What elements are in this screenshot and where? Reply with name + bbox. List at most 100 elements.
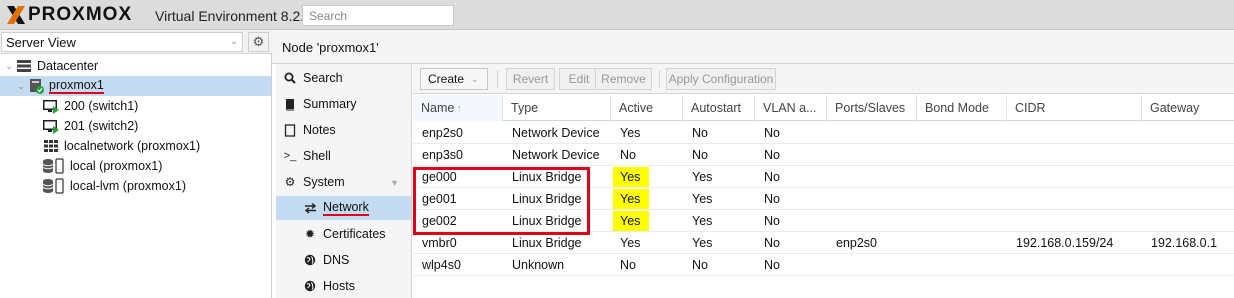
proxmox-logo[interactable]: PROXMOX (6, 4, 132, 26)
collapse-icon[interactable]: ⌄ (3, 61, 15, 72)
nav-item-network[interactable]: Network (276, 196, 411, 220)
resource-tree-panel: Server View ⌄ ⚙ ⌄ Datacenter ⌄ proxmox1 … (0, 30, 272, 298)
cell-ports-slaves (827, 254, 836, 276)
nav-item-summary[interactable]: Summary (276, 92, 411, 116)
cell-active: Yes (620, 214, 641, 228)
apply-configuration-button[interactable]: Apply Configuration (666, 68, 776, 90)
cell-cidr (1007, 144, 1016, 166)
tree-item-datacenter[interactable]: ⌄ Datacenter (0, 56, 271, 76)
tree-item-proxmox1[interactable]: ⌄ proxmox1 (0, 76, 271, 96)
cell-bond-mode (917, 122, 926, 144)
vm-running-icon (42, 98, 60, 114)
network-icon (303, 201, 317, 215)
column-header-name[interactable]: Name ↑ (413, 95, 503, 121)
column-label: Autostart (691, 101, 742, 115)
cell-autostart: No (692, 258, 708, 272)
column-label: Ports/Slaves (835, 101, 906, 115)
cell-autostart: No (692, 148, 708, 162)
nav-item-hosts[interactable]: Hosts (276, 274, 411, 298)
tree-item-label: local (proxmox1) (70, 159, 163, 173)
terminal-icon: >_ (283, 150, 297, 162)
tree-item-vm-200[interactable]: 200 (switch1) (0, 96, 271, 116)
cell-type: Network Device (512, 126, 600, 140)
cell-active: Yes (620, 126, 641, 140)
tree-item-label: proxmox1 (49, 78, 104, 94)
table-row[interactable]: enp2s0 Network Device Yes No No (413, 122, 1234, 144)
page-title: Node 'proxmox1' (282, 40, 379, 55)
cell-type: Unknown (512, 258, 565, 272)
nav-item-dns[interactable]: DNS (276, 248, 411, 272)
cell-autostart: No (692, 126, 708, 140)
tree-item-local-lvm-storage[interactable]: local-lvm (proxmox1) (0, 176, 271, 196)
create-button[interactable]: Create ⌄ (420, 68, 488, 90)
cell-ports-slaves (827, 188, 836, 210)
cell-vlan-aware: No (764, 214, 780, 228)
datacenter-icon (15, 58, 33, 74)
network-grid-header: Name ↑ Type Active Autostart VLAN a... Po… (413, 95, 1234, 121)
cell-vlan-aware: No (764, 258, 780, 272)
gear-icon: ⚙ (252, 34, 265, 49)
global-search-input[interactable] (302, 5, 454, 26)
collapse-icon[interactable]: ⌄ (15, 81, 27, 92)
globe-icon (303, 279, 317, 293)
tree-item-localnetwork[interactable]: localnetwork (proxmox1) (0, 136, 271, 156)
nav-item-shell[interactable]: >_ Shell (276, 144, 411, 168)
cell-ports-slaves (827, 166, 836, 188)
remove-button[interactable]: Remove (595, 68, 652, 90)
nav-item-label: Search (303, 71, 343, 85)
column-header-gateway[interactable]: Gateway (1142, 95, 1234, 121)
tree-item-local-storage[interactable]: local (proxmox1) (0, 156, 271, 176)
nav-item-notes[interactable]: Notes (276, 118, 411, 142)
globe-icon (303, 253, 317, 267)
cell-ports-slaves (827, 210, 836, 232)
tree-settings-button[interactable]: ⚙ (248, 32, 269, 52)
nav-item-label: Shell (303, 149, 331, 163)
column-header-ports-slaves[interactable]: Ports/Slaves (827, 95, 917, 121)
product-version: Virtual Environment 8.2.2 (155, 8, 312, 24)
table-row[interactable]: wlp4s0 Unknown No No No (413, 254, 1234, 276)
table-row[interactable]: enp3s0 Network Device No No No (413, 144, 1234, 166)
cell-autostart: Yes (692, 236, 713, 250)
cell-gateway (1142, 144, 1151, 166)
cell-vlan-aware: No (764, 170, 780, 184)
table-row[interactable]: vmbr0 Linux Bridge Yes Yes No enp2s0 192… (413, 232, 1234, 254)
nav-item-certificates[interactable]: ✹ Certificates (276, 222, 411, 246)
nav-item-search[interactable]: Search (276, 66, 411, 90)
tree-item-vm-201[interactable]: 201 (switch2) (0, 116, 271, 136)
cell-name: vmbr0 (422, 236, 457, 250)
node-title-bar: Node 'proxmox1' (272, 30, 1234, 64)
cell-ports-slaves (827, 144, 836, 166)
cell-type: Network Device (512, 148, 600, 162)
search-icon (283, 71, 297, 85)
edit-button[interactable]: Edit (559, 68, 599, 90)
notes-icon (283, 123, 297, 137)
proxmox-x-logo-icon (6, 5, 26, 25)
column-header-active[interactable]: Active (611, 95, 683, 121)
column-header-type[interactable]: Type (503, 95, 611, 121)
cell-name: enp3s0 (422, 148, 464, 162)
cell-bond-mode (917, 254, 926, 276)
column-label: Active (619, 101, 654, 115)
cell-cidr (1007, 210, 1016, 232)
server-view-select[interactable]: Server View ⌄ (1, 32, 243, 52)
cell-cidr: 192.168.0.159/24 (1016, 236, 1114, 250)
column-header-cidr[interactable]: CIDR (1007, 95, 1142, 121)
storage-icon (42, 158, 66, 174)
column-header-bond-mode[interactable]: Bond Mode (917, 95, 1007, 121)
server-view-label: Server View (6, 35, 76, 50)
nav-item-label: System (303, 175, 345, 189)
remove-label: Remove (601, 72, 646, 86)
column-header-vlan-aware[interactable]: VLAN a... (755, 95, 827, 121)
create-label: Create (428, 72, 465, 86)
cell-cidr (1007, 166, 1016, 188)
cell-type: Linux Bridge (512, 236, 582, 250)
column-label: Type (511, 101, 539, 115)
cell-active: Yes (620, 170, 641, 184)
cell-cidr (1007, 188, 1016, 210)
revert-button[interactable]: Revert (506, 68, 555, 90)
column-header-autostart[interactable]: Autostart (683, 95, 755, 121)
nav-item-system[interactable]: ⚙ System ▼ (276, 170, 411, 194)
cell-gateway (1142, 210, 1151, 232)
cell-bond-mode (917, 144, 926, 166)
column-label: Bond Mode (925, 101, 989, 115)
